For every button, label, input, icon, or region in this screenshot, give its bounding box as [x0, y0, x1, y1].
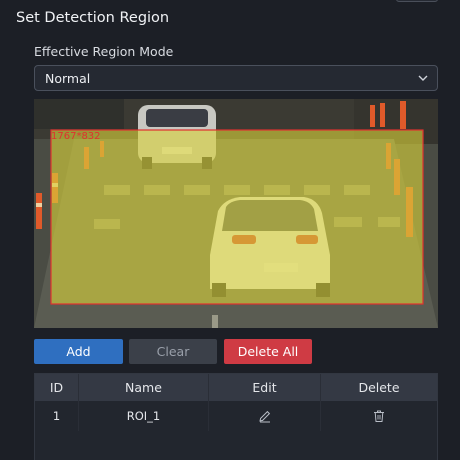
clear-button[interactable]: Clear: [129, 339, 217, 364]
pencil-icon: [258, 410, 270, 423]
region-mode-value: Normal: [45, 70, 91, 86]
column-header-edit: Edit: [209, 374, 321, 401]
top-action-button-partial[interactable]: [396, 0, 438, 2]
column-header-id: ID: [35, 374, 79, 401]
region-mode-label: Effective Region Mode: [34, 44, 174, 59]
region-table: ID Name Edit Delete 1 ROI_1: [34, 373, 438, 460]
section-title: Set Detection Region: [16, 10, 170, 26]
table-row: 1 ROI_1: [35, 401, 437, 431]
trash-icon: [374, 410, 384, 422]
camera-frame: 1767*832: [34, 99, 438, 328]
region-size-label: 1767*832: [51, 131, 101, 142]
column-header-name: Name: [79, 374, 209, 401]
add-button[interactable]: Add: [34, 339, 123, 364]
camera-preview[interactable]: 1767*832: [34, 99, 438, 328]
region-mode-select[interactable]: Normal: [34, 65, 438, 91]
detection-region[interactable]: [50, 129, 424, 305]
table-header: ID Name Edit Delete: [35, 374, 437, 401]
edit-button[interactable]: [209, 401, 321, 431]
column-header-delete: Delete: [358, 380, 400, 395]
delete-all-button[interactable]: Delete All: [224, 339, 312, 364]
row-id: 1: [35, 401, 79, 431]
delete-button[interactable]: [321, 401, 437, 431]
row-name: ROI_1: [79, 401, 209, 431]
chevron-down-icon: [418, 75, 428, 81]
